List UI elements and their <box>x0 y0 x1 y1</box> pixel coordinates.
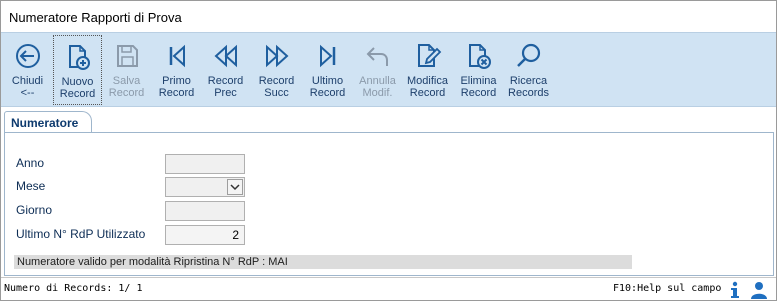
help-hint: F10:Help sul campo <box>613 283 722 294</box>
ricerca-records-label: Ricerca Records <box>508 75 549 99</box>
save-icon <box>116 45 138 67</box>
new-document-icon <box>68 45 90 70</box>
first-record-icon <box>169 44 185 68</box>
annulla-modif-label: Annulla Modif. <box>359 75 396 99</box>
ultimo-rdp-field[interactable]: 2 <box>165 225 245 245</box>
mese-label: Mese <box>16 179 46 193</box>
record-prec-button[interactable]: Record Prec <box>201 35 250 105</box>
salva-record-button[interactable]: Salva Record <box>102 35 151 105</box>
ultimo-record-button[interactable]: Ultimo Record <box>303 35 352 105</box>
anno-label: Anno <box>16 156 45 170</box>
window-title: Numeratore Rapporti di Prova <box>9 10 182 25</box>
nuovo-record-label: Nuovo Record <box>59 76 96 100</box>
undo-icon <box>366 47 388 66</box>
last-record-icon <box>319 44 335 68</box>
ultimo-rdp-label: Ultimo N° RdP Utilizzato <box>16 227 146 241</box>
elimina-record-label: Elimina Record <box>460 75 497 99</box>
ricerca-records-button[interactable]: Ricerca Records <box>504 35 553 105</box>
salva-record-label: Salva Record <box>108 75 145 99</box>
next-record-icon <box>265 44 288 68</box>
primo-record-label: Primo Record <box>158 75 195 99</box>
giorno-label: Giorno <box>16 203 53 217</box>
title-bar: Numeratore Rapporti di Prova <box>1 1 776 32</box>
nuovo-record-button[interactable]: Nuovo Record <box>53 35 102 105</box>
chiudi-label: Chiudi <-- <box>11 75 44 99</box>
modifica-record-label: Modifica Record <box>407 75 448 99</box>
user-icon[interactable] <box>750 281 768 299</box>
tab-numeratore-label: Numeratore <box>11 116 79 130</box>
giorno-field[interactable] <box>165 201 245 221</box>
ultimo-record-label: Ultimo Record <box>309 75 346 99</box>
primo-record-button[interactable]: Primo Record <box>152 35 201 105</box>
tab-strip: Numeratore <box>1 107 776 135</box>
record-prec-label: Record Prec <box>207 75 244 99</box>
chiudi-button[interactable]: Chiudi <-- <box>3 35 52 105</box>
toolbar: Chiudi <-- Nuovo Record Salva Record Pri… <box>1 32 776 107</box>
record-succ-label: Record Succ <box>258 75 295 99</box>
modifica-record-button[interactable]: Modifica Record <box>403 35 452 105</box>
app-window: Numeratore Rapporti di Prova Chiudi <-- N… <box>0 0 777 301</box>
info-text: Numeratore valido per modalità Ripristin… <box>17 256 288 268</box>
status-bar: Numero di Records: 1/ 1 F10:Help sul cam… <box>1 277 776 300</box>
info-icon[interactable] <box>728 281 742 299</box>
back-arrow-circle-icon <box>15 44 40 68</box>
record-succ-button[interactable]: Record Succ <box>252 35 301 105</box>
elimina-record-button[interactable]: Elimina Record <box>454 35 503 105</box>
edit-document-icon <box>417 44 441 67</box>
annulla-modif-button[interactable]: Annulla Modif. <box>353 35 402 105</box>
delete-document-icon <box>468 44 491 69</box>
search-icon <box>516 43 540 67</box>
anno-field[interactable] <box>165 154 245 174</box>
info-bar: Numeratore valido per modalità Ripristin… <box>14 255 632 269</box>
chevron-down-icon[interactable] <box>227 179 243 195</box>
records-count: Numero di Records: 1/ 1 <box>4 283 143 294</box>
previous-record-icon <box>214 44 237 68</box>
mese-select[interactable] <box>165 177 245 197</box>
